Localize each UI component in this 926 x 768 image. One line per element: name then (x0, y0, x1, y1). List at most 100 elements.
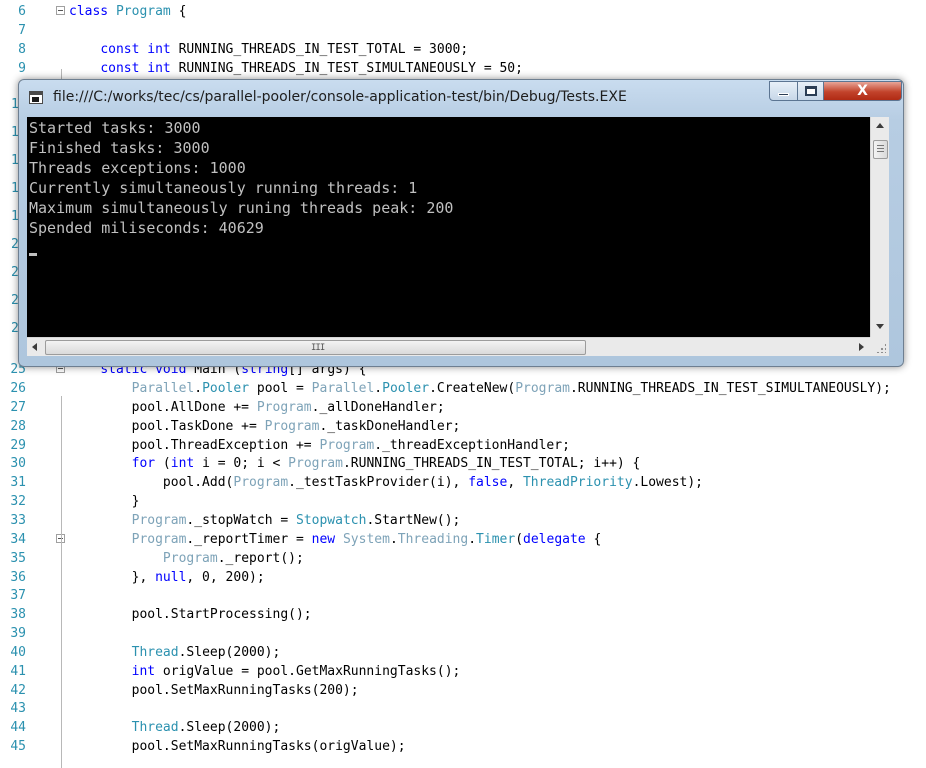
window-titlebar[interactable]: file:///C:/works/tec/cs/parallel-pooler/… (19, 80, 903, 117)
code-line[interactable]: 42 pool.SetMaxRunningTasks(200); (0, 681, 926, 700)
code-text: Program._reportTimer = new System.Thread… (69, 530, 602, 549)
code-line[interactable]: 44 Thread.Sleep(2000); (0, 718, 926, 737)
code-line[interactable]: 29 pool.ThreadException += Program._thre… (0, 436, 926, 455)
code-line[interactable]: 32 } (0, 492, 926, 511)
code-token: .StartNew(); (366, 512, 461, 528)
vertical-scrollbar[interactable] (870, 117, 889, 337)
line-number: 43 (10, 701, 26, 717)
code-line[interactable]: 40 Thread.Sleep(2000); (0, 643, 926, 662)
line-number: 26 (10, 381, 26, 396)
line-number: 1 (11, 181, 18, 196)
code-token: } (69, 494, 140, 510)
code-line[interactable]: 45 pool.SetMaxRunningTasks(origValue); (0, 737, 926, 756)
console-window[interactable]: file:///C:/works/tec/cs/parallel-pooler/… (18, 79, 904, 367)
line-number: 44 (10, 720, 26, 736)
code-token: Program (515, 381, 570, 396)
line-number: 36 (10, 569, 26, 585)
scroll-right-arrow-icon[interactable] (859, 343, 864, 351)
code-line[interactable]: 6 class Program { (0, 2, 926, 21)
console-app-icon[interactable] (29, 91, 43, 104)
line-number: 2 (11, 265, 18, 280)
code-text: pool.StartProcessing(); (69, 605, 312, 624)
code-text: pool.SetMaxRunningTasks(origValue); (69, 737, 406, 756)
code-token: pool.SetMaxRunningTasks(origValue); (69, 739, 406, 755)
code-token: pool = (249, 381, 312, 396)
line-number: 1 (11, 125, 18, 140)
code-text: pool.AllDone += Program._allDoneHandler; (69, 398, 445, 417)
code-line[interactable]: 7 (0, 21, 926, 40)
window-title: file:///C:/works/tec/cs/parallel-pooler/… (53, 89, 627, 105)
code-token: Program (288, 456, 343, 472)
maximize-button[interactable] (797, 81, 824, 101)
code-token: for (131, 456, 156, 472)
line-number: 35 (10, 550, 26, 566)
code-token: RUNNING_THREADS_IN_TEST_TOTAL = 3000; (170, 41, 469, 57)
scroll-down-arrow-icon[interactable] (876, 324, 884, 329)
code-token: .Sleep(2000); (178, 644, 281, 660)
scroll-up-arrow-icon[interactable] (876, 123, 884, 128)
code-token: Program (264, 418, 320, 434)
minimize-button[interactable] (769, 81, 798, 101)
console-output[interactable]: Started tasks: 3000 Finished tasks: 3000 T… (27, 117, 870, 337)
code-line[interactable]: 38 pool.StartProcessing(); (0, 605, 926, 624)
code-token: Program (131, 512, 187, 528)
code-line[interactable]: 39 (0, 624, 926, 643)
line-number: 37 (10, 588, 26, 604)
code-line[interactable]: 33 Program._stopWatch = Stopwatch.StartN… (0, 511, 926, 530)
code-token: . (374, 381, 383, 396)
code-line[interactable]: 26 Parallel.Pooler pool = Parallel.Poole… (0, 379, 926, 398)
close-button[interactable]: X (823, 81, 902, 101)
code-line[interactable]: 9 const int RUNNING_THREADS_IN_TEST_SIMU… (0, 59, 926, 78)
code-token: , (507, 475, 523, 491)
code-text: pool.SetMaxRunningTasks(200); (69, 681, 359, 700)
code-token: . (389, 531, 398, 547)
code-text: Program._report(); (69, 549, 304, 568)
code-token: const (100, 41, 140, 57)
minimize-icon (778, 93, 789, 96)
resize-grip-icon[interactable] (870, 337, 889, 356)
line-number: 28 (10, 418, 26, 434)
console-line: Spended miliseconds: 40629 (29, 219, 264, 237)
code-line[interactable]: 36 }, null, 0, 200); (0, 568, 926, 587)
code-token: }, (69, 569, 156, 585)
line-number: 1 (11, 209, 18, 224)
code-token: ._reportTimer = (186, 531, 312, 547)
collapse-toggle-icon[interactable] (56, 6, 65, 15)
code-line[interactable]: 8 const int RUNNING_THREADS_IN_TEST_TOTA… (0, 40, 926, 59)
line-number: 30 (10, 456, 26, 472)
code-token: int (170, 456, 195, 472)
code-token: false (468, 475, 508, 491)
code-token: Program (131, 531, 187, 547)
scroll-left-arrow-icon[interactable] (32, 343, 37, 351)
vertical-scroll-thumb[interactable] (873, 140, 888, 159)
code-line[interactable]: 34 Program._reportTimer = new System.Thr… (0, 530, 926, 549)
code-token: Pooler (382, 381, 430, 396)
code-token: Program (162, 550, 218, 566)
code-line[interactable]: 31 pool.Add(Program._testTaskProvider(i)… (0, 473, 926, 492)
line-number: 2 (11, 237, 18, 252)
horizontal-scrollbar[interactable]: III (27, 337, 870, 356)
code-line[interactable]: 28 pool.TaskDone += Program._taskDoneHan… (0, 417, 926, 436)
code-line[interactable]: 30 for (int i = 0; i < Program.RUNNING_T… (0, 454, 926, 473)
code-line[interactable]: 43 (0, 699, 926, 718)
code-line[interactable]: 41 int origValue = pool.GetMaxRunningTas… (0, 662, 926, 681)
code-text: const int RUNNING_THREADS_IN_TEST_TOTAL … (69, 40, 468, 59)
code-token: . (468, 531, 477, 547)
close-icon: X (857, 83, 868, 99)
code-line[interactable]: 27 pool.AllDone += Program._allDoneHandl… (0, 398, 926, 417)
fold-guide (61, 558, 62, 598)
console-line: Maximum simultaneously runing threads pe… (29, 199, 454, 217)
code-token: ._report(); (217, 550, 304, 566)
code-line[interactable]: 35 Program._report(); (0, 549, 926, 568)
line-number: 41 (10, 663, 26, 679)
code-token: Threading (397, 531, 469, 547)
code-token: .RUNNING_THREADS_IN_TEST_TOTAL; i++) { (342, 456, 641, 472)
code-text: Thread.Sleep(2000); (69, 643, 281, 662)
horizontal-scroll-thumb[interactable]: III (45, 340, 586, 355)
code-line[interactable]: 37 (0, 586, 926, 605)
line-number: 31 (10, 475, 26, 491)
